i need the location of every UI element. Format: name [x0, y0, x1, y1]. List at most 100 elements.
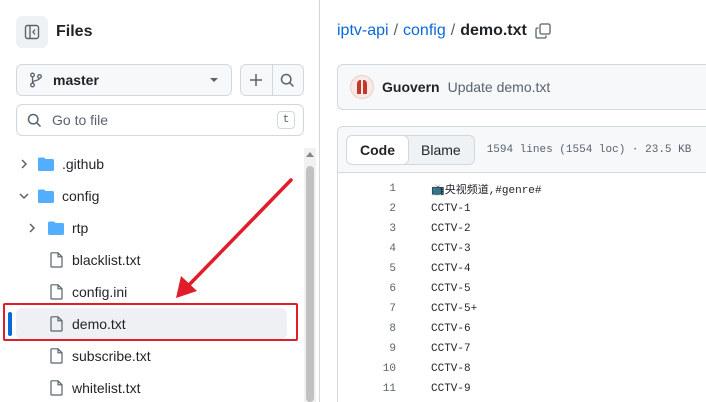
file-tree: .github config rtp blacklist.txt config.… [0, 148, 306, 402]
tree-item-label: config.ini [72, 284, 128, 300]
shortcut-key: t [277, 111, 295, 129]
line-number[interactable]: 9 [338, 343, 396, 355]
tree-item-blacklist[interactable]: blacklist.txt [0, 244, 306, 276]
scrollbar-thumb[interactable] [306, 166, 314, 402]
chevron-right-icon [24, 220, 40, 236]
tree-item-whitelist[interactable]: whitelist.txt [0, 372, 306, 402]
tree-item-label: subscribe.txt [72, 348, 151, 364]
git-branch-icon [30, 72, 42, 88]
folder-open-icon [38, 188, 54, 204]
avatar[interactable] [350, 75, 374, 99]
code-line: 8 CCTV-6 [338, 319, 706, 339]
line-text: CCTV-4 [431, 263, 471, 275]
file-header: Code Blame 1594 lines (1554 loc) · 23.5 … [338, 127, 706, 173]
tree-item-label: rtp [72, 220, 89, 236]
breadcrumb-repo-link[interactable]: iptv-api [337, 22, 389, 40]
tree-item-config[interactable]: config [0, 180, 306, 212]
folder-icon [48, 220, 64, 236]
line-text: CCTV-2 [431, 223, 471, 235]
file-view: iptv-api / config / demo.txt Guovern Upd… [321, 0, 706, 402]
code-line: 9 CCTV-7 [338, 339, 706, 359]
line-number[interactable]: 10 [338, 363, 396, 375]
search-icon [281, 73, 295, 87]
user-avatar-icon [357, 79, 367, 94]
line-text: CCTV-6 [431, 323, 471, 335]
files-header: Files [16, 16, 92, 48]
latest-commit-bar: Guovern Update demo.txt [337, 64, 706, 110]
line-number[interactable]: 6 [338, 283, 396, 295]
line-text: CCTV-7 [431, 343, 471, 355]
code-line: 11 CCTV-9 [338, 379, 706, 399]
file-icon [48, 284, 64, 300]
tree-item-label: .github [62, 156, 105, 172]
view-toggle: Code Blame [346, 134, 475, 165]
file-icon [48, 380, 64, 396]
code-line: 1 📺央视频道,#genre# [338, 179, 706, 199]
breadcrumb-separator: / [450, 22, 456, 39]
folder-icon [38, 156, 54, 172]
tab-blame[interactable]: Blame [408, 136, 474, 164]
line-number[interactable]: 11 [338, 383, 396, 395]
file-icon [48, 348, 64, 364]
file-content-box: Code Blame 1594 lines (1554 loc) · 23.5 … [337, 126, 706, 402]
line-number[interactable]: 5 [338, 263, 396, 275]
add-file-button[interactable] [241, 65, 272, 95]
file-icon [48, 252, 64, 268]
copy-icon [535, 23, 551, 39]
breadcrumb-separator: / [393, 22, 399, 39]
commit-author[interactable]: Guovern [382, 79, 440, 95]
line-number[interactable]: 2 [338, 203, 396, 215]
line-text: CCTV-5+ [431, 303, 478, 315]
file-tree-sidebar: Files master Go to file t .github config… [0, 0, 320, 402]
code-view: 1 📺央视频道,#genre# 2 CCTV-1 3 CCTV-2 4 CCTV-3 5 CCTV… [338, 173, 706, 399]
branch-row: master [16, 64, 304, 96]
line-number[interactable]: 4 [338, 243, 396, 255]
tree-item-rtp[interactable]: rtp [0, 212, 306, 244]
branch-selector[interactable]: master [16, 64, 232, 96]
line-text: 📺央视频道,#genre# [431, 185, 542, 197]
code-line: 7 CCTV-5+ [338, 299, 706, 319]
go-to-file-placeholder: Go to file [52, 112, 109, 128]
search-code-button[interactable] [271, 65, 303, 95]
tree-item-label: blacklist.txt [72, 252, 141, 268]
file-actions-group [240, 64, 304, 96]
tree-item-subscribe[interactable]: subscribe.txt [0, 340, 306, 372]
caret-down-icon [210, 78, 218, 82]
chevron-down-icon [16, 188, 32, 204]
tree-item-label: config [62, 188, 100, 204]
line-text: CCTV-8 [431, 363, 471, 375]
collapse-sidebar-button[interactable] [16, 16, 48, 48]
code-line: 3 CCTV-2 [338, 219, 706, 239]
scroll-up-arrow-icon[interactable] [306, 152, 314, 157]
line-text: CCTV-1 [431, 203, 471, 215]
code-line: 2 CCTV-1 [338, 199, 706, 219]
tree-item-label: whitelist.txt [72, 380, 141, 396]
go-to-file-input[interactable]: Go to file t [16, 104, 304, 136]
search-icon [27, 113, 42, 127]
files-title: Files [56, 23, 93, 40]
breadcrumb-folder-link[interactable]: config [403, 22, 446, 40]
branch-name: master [53, 72, 99, 88]
code-line: 6 CCTV-5 [338, 279, 706, 299]
code-line: 5 CCTV-4 [338, 259, 706, 279]
sidebar-collapse-icon [24, 24, 40, 40]
copy-path-button[interactable] [535, 23, 551, 39]
line-text: CCTV-5 [431, 283, 471, 295]
annotation-highlight-box [3, 303, 298, 341]
code-line: 10 CCTV-8 [338, 359, 706, 379]
breadcrumb-current-file: demo.txt [460, 22, 527, 39]
line-text: CCTV-3 [431, 243, 471, 255]
commit-message[interactable]: Update demo.txt [448, 79, 551, 95]
line-number[interactable]: 3 [338, 223, 396, 235]
tree-item-github[interactable]: .github [0, 148, 306, 180]
chevron-right-icon [16, 156, 32, 172]
line-number[interactable]: 7 [338, 303, 396, 315]
line-number[interactable]: 1 [338, 183, 396, 195]
line-text: CCTV-9 [431, 383, 471, 395]
tab-code[interactable]: Code [346, 135, 409, 164]
line-number[interactable]: 8 [338, 323, 396, 335]
code-line: 4 CCTV-3 [338, 239, 706, 259]
breadcrumb: iptv-api / config / demo.txt [337, 22, 551, 40]
plus-icon [250, 74, 263, 86]
sidebar-scrollbar[interactable] [304, 148, 316, 402]
